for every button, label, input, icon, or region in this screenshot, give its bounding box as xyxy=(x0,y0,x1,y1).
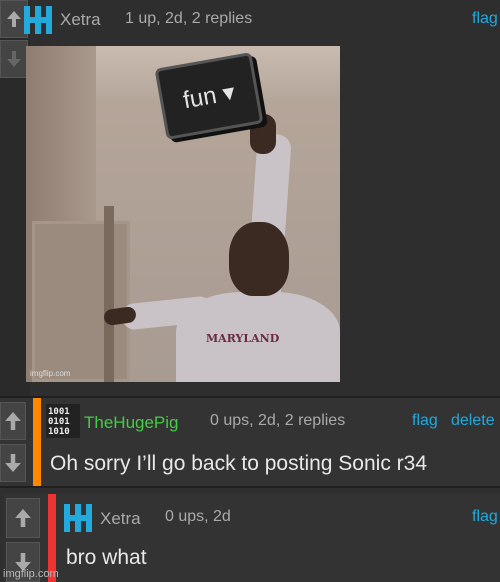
avatar[interactable] xyxy=(62,502,94,539)
divider xyxy=(0,486,500,488)
avatar[interactable] xyxy=(22,4,54,36)
meme-image: MARYLAND fun ▾ imgflip.com xyxy=(26,46,340,382)
comment-3: Xetra 0 ups, 2d flag bro what xyxy=(4,494,500,582)
comment-1: Xetra 1 up, 2d, 2 replies flag MARYLAND … xyxy=(0,0,500,396)
username[interactable]: TheHugePig xyxy=(84,413,179,433)
comment-meta: 1 up, 2d, 2 replies xyxy=(125,10,253,27)
person-head xyxy=(229,222,289,296)
door xyxy=(32,221,130,382)
arrow-down-icon xyxy=(7,51,21,67)
cyan-h-logo-icon xyxy=(24,6,52,34)
upvote-button[interactable] xyxy=(6,498,40,538)
shirt-text: MARYLAND xyxy=(206,332,280,345)
svg-text:1001: 1001 xyxy=(48,407,70,417)
sign-text: fun ▾ xyxy=(181,78,237,114)
door-frame xyxy=(104,206,114,382)
flag-link[interactable]: flag xyxy=(472,10,498,28)
username[interactable]: Xetra xyxy=(60,10,101,30)
downvote-button[interactable] xyxy=(0,444,26,482)
arrow-down-icon xyxy=(5,454,21,472)
binary-grid-icon: 100101011010 xyxy=(46,404,80,438)
comment-text: Oh sorry I’ll go back to posting Sonic r… xyxy=(50,452,428,475)
cyan-h-logo-icon xyxy=(64,504,92,532)
arrow-up-icon xyxy=(15,509,31,527)
flag-link[interactable]: flag xyxy=(412,412,438,430)
svg-text:1010: 1010 xyxy=(48,427,70,437)
flag-link[interactable]: flag xyxy=(472,508,498,526)
imgflip-watermark: imgflip.com xyxy=(3,568,59,580)
sign: fun ▾ xyxy=(154,52,264,140)
meme-watermark: imgflip.com xyxy=(30,369,71,378)
username[interactable]: Xetra xyxy=(100,509,141,529)
comment-meta: 0 ups, 2d, 2 replies xyxy=(210,412,346,429)
comment-text: bro what xyxy=(66,546,147,569)
accent-bar xyxy=(33,398,41,486)
delete-link[interactable]: delete xyxy=(451,412,495,430)
upvote-button[interactable] xyxy=(0,402,26,440)
downvote-button[interactable] xyxy=(0,40,28,78)
comment-meta: 0 ups, 2d xyxy=(165,508,231,525)
comment-2: 1001 0101 1010 TheHugePig 0 ups, 2d, 2 rep… xyxy=(0,398,500,486)
avatar[interactable]: 1001 0101 1010 xyxy=(46,404,80,443)
svg-text:0101: 0101 xyxy=(48,417,70,427)
arrow-up-icon xyxy=(5,412,21,430)
arrow-up-icon xyxy=(7,11,21,27)
